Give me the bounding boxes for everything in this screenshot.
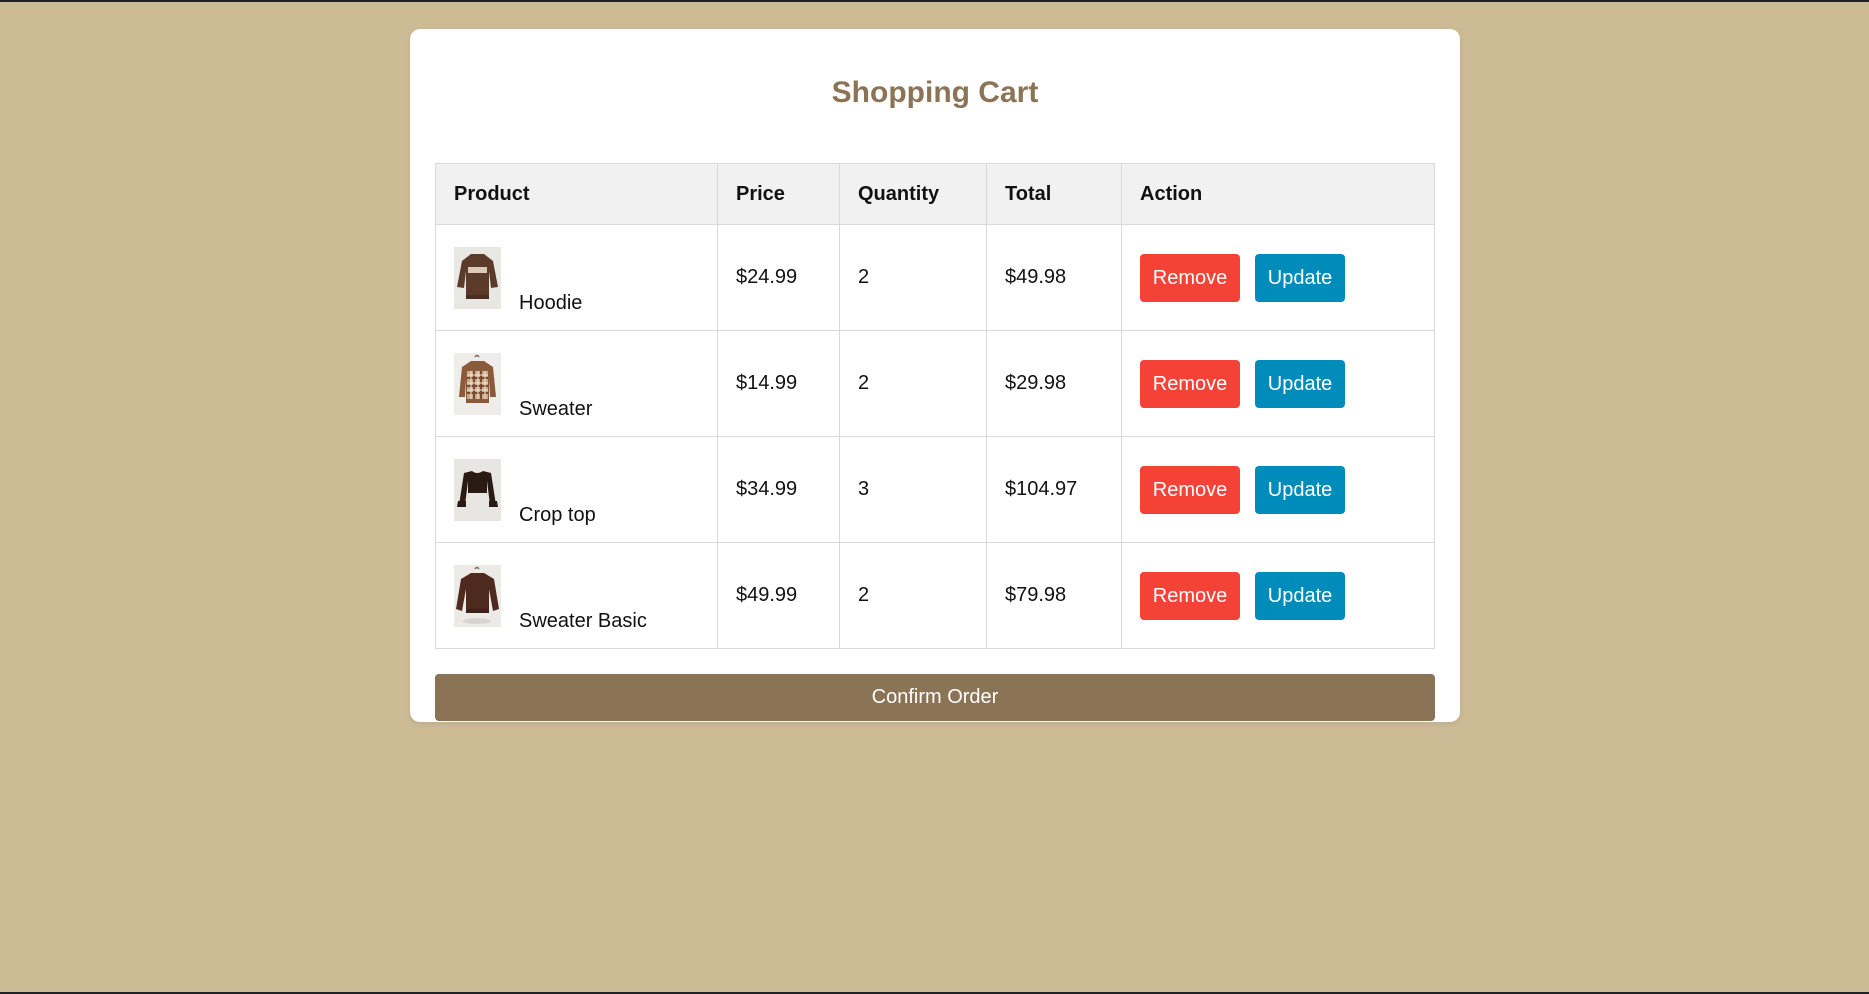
product-cell: Hoodie [435,224,718,331]
plaid-sweater-thumbnail-icon [454,352,501,415]
update-button[interactable]: Update [1255,465,1345,514]
product-cell: Sweater Basic [435,542,718,649]
product-name: Sweater [519,397,593,420]
remove-button[interactable]: Remove [1140,253,1240,302]
confirm-order-button[interactable]: Confirm Order [435,674,1435,721]
cart-card: Shopping Cart Product Price Quantity Tot… [410,29,1460,722]
price-cell: $34.99 [717,436,840,543]
total-cell: $29.98 [986,330,1122,437]
quantity-cell: 2 [839,330,987,437]
header-price: Price [717,163,840,225]
price-cell: $49.99 [717,542,840,649]
action-cell: Remove Update [1121,224,1435,331]
header-action: Action [1121,163,1435,225]
product-name: Crop top [519,503,596,526]
price-cell: $24.99 [717,224,840,331]
total-cell: $49.98 [986,224,1122,331]
crop-top-thumbnail-icon [454,458,501,521]
remove-button[interactable]: Remove [1140,359,1240,408]
price-cell: $14.99 [717,330,840,437]
cart-table: Product Price Quantity Total Action Hood… [435,163,1435,649]
header-quantity: Quantity [839,163,987,225]
header-total: Total [986,163,1122,225]
quantity-cell: 3 [839,436,987,543]
product-name: Sweater Basic [519,609,647,632]
product-cell: Sweater [435,330,718,437]
table-header-row: Product Price Quantity Total Action [435,163,1435,225]
basic-sweater-thumbnail-icon [454,564,501,627]
action-cell: Remove Update [1121,436,1435,543]
table-row: Crop top $34.99 3 $104.97 Remove Update [435,436,1435,543]
product-name: Hoodie [519,291,583,314]
remove-button[interactable]: Remove [1140,465,1240,514]
quantity-cell: 2 [839,542,987,649]
action-cell: Remove Update [1121,330,1435,437]
page-title: Shopping Cart [831,76,1039,109]
remove-button[interactable]: Remove [1140,571,1240,620]
header-product: Product [435,163,718,225]
table-row: Hoodie $24.99 2 $49.98 Remove Update [435,224,1435,331]
update-button[interactable]: Update [1255,253,1345,302]
update-button[interactable]: Update [1255,571,1345,620]
hoodie-thumbnail-icon [454,246,501,309]
quantity-cell: 2 [839,224,987,331]
total-cell: $104.97 [986,436,1122,543]
table-row: Sweater $14.99 2 $29.98 Remove Update [435,330,1435,437]
product-cell: Crop top [435,436,718,543]
table-row: Sweater Basic $49.99 2 $79.98 Remove Upda… [435,542,1435,649]
update-button[interactable]: Update [1255,359,1345,408]
action-cell: Remove Update [1121,542,1435,649]
total-cell: $79.98 [986,542,1122,649]
